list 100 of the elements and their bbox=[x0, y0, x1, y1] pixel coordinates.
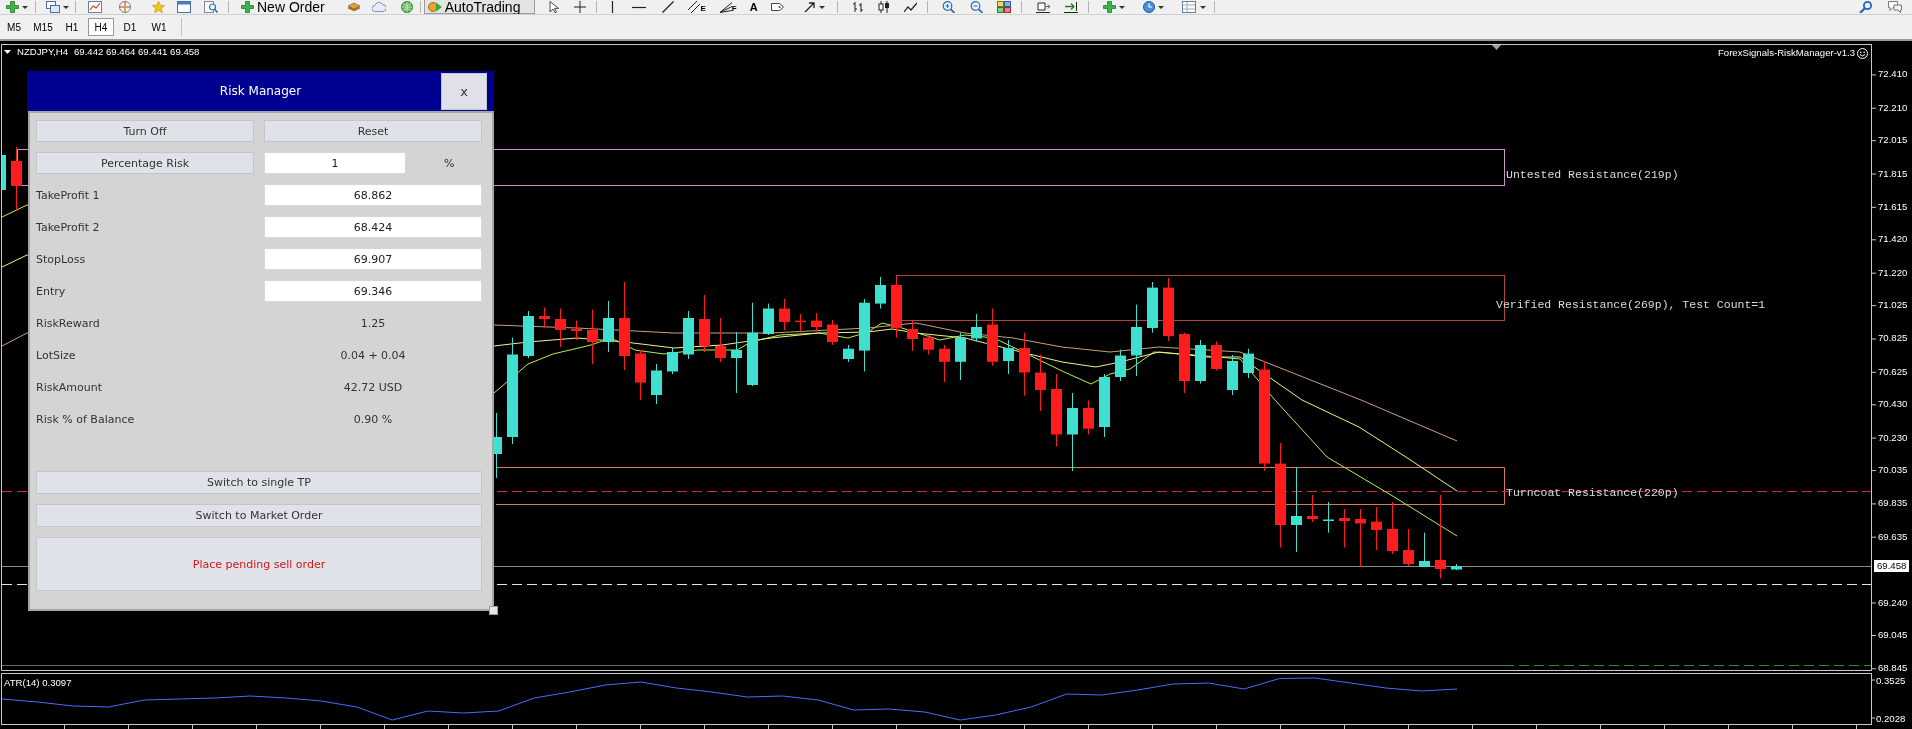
new-order-button[interactable]: New Order bbox=[237, 0, 329, 14]
price-axis-label: 71.420 bbox=[1878, 233, 1908, 246]
zone-label: Untested Resistance(219p) bbox=[1506, 168, 1679, 182]
caret-icon[interactable] bbox=[63, 5, 69, 9]
price-axis-label: 70.430 bbox=[1878, 398, 1908, 411]
caret-icon[interactable] bbox=[1199, 5, 1206, 9]
value-text: 1.25 bbox=[360, 316, 386, 330]
arrow-icon[interactable] bbox=[803, 1, 815, 13]
single-tp-toggle-button[interactable]: Switch to single TP bbox=[36, 471, 482, 494]
price-field[interactable]: 68.424 bbox=[264, 216, 482, 238]
plus-icon bbox=[241, 0, 254, 13]
plus-icon[interactable] bbox=[6, 1, 19, 13]
plus-icon[interactable] bbox=[1102, 1, 1116, 13]
cursor-icon[interactable] bbox=[549, 1, 560, 13]
chart-shift-icon[interactable] bbox=[1035, 1, 1050, 13]
panel-title: Risk Manager bbox=[219, 84, 302, 98]
timeframe-tab[interactable]: M15 bbox=[30, 18, 56, 36]
autotrading-button[interactable]: AutoTrading bbox=[423, 0, 536, 14]
caret-icon[interactable] bbox=[4, 50, 11, 54]
price-axis-label: 70.035 bbox=[1878, 464, 1908, 477]
field-label: LotSize bbox=[36, 348, 76, 362]
field-label: TakeProfit 1 bbox=[36, 188, 100, 202]
windows-icon[interactable] bbox=[46, 1, 60, 13]
tile-windows-icon[interactable] bbox=[996, 1, 1011, 13]
price-axis-label: 71.615 bbox=[1878, 200, 1908, 213]
caret-icon[interactable] bbox=[1157, 5, 1164, 9]
reset-button[interactable]: Reset bbox=[264, 120, 482, 142]
window-icon[interactable] bbox=[177, 1, 191, 13]
stack-icon[interactable] bbox=[346, 2, 361, 12]
horizontal-line-icon[interactable] bbox=[632, 5, 647, 9]
channel-tool-button[interactable]: E bbox=[686, 0, 708, 14]
price-axis-label: 69.835 bbox=[1878, 497, 1908, 510]
turn-off-button[interactable]: Turn Off bbox=[36, 120, 254, 142]
timeframe-tab[interactable]: M5 bbox=[1, 18, 27, 36]
field-label: Risk % of Balance bbox=[36, 412, 135, 426]
price-field[interactable]: 69.346 bbox=[264, 280, 482, 302]
tag-icon[interactable] bbox=[770, 3, 784, 11]
cloud-icon[interactable] bbox=[371, 2, 386, 12]
autoscroll-icon[interactable] bbox=[1063, 1, 1078, 13]
order-type-toggle-button[interactable]: Switch to Market Order bbox=[36, 504, 482, 527]
price-axis-label: 72.410 bbox=[1878, 68, 1908, 81]
zoom-in-icon[interactable] bbox=[941, 1, 955, 13]
template-icon[interactable] bbox=[1181, 1, 1196, 13]
smiley-icon bbox=[1857, 47, 1868, 59]
price-axis-label: 72.015 bbox=[1878, 134, 1908, 147]
zoom-out-icon[interactable] bbox=[969, 1, 983, 13]
field-label: StopLoss bbox=[36, 252, 86, 266]
risk-value-field[interactable]: 1 bbox=[264, 152, 406, 174]
compass-icon[interactable] bbox=[119, 1, 131, 13]
axis-label: 0.3525 bbox=[1876, 674, 1906, 686]
price-axis-label: 68.845 bbox=[1878, 662, 1908, 675]
chart-window-icon[interactable] bbox=[88, 1, 102, 13]
field-label: RiskReward bbox=[36, 316, 100, 330]
timeframe-tab[interactable]: W1 bbox=[146, 18, 172, 36]
timeframe-tab[interactable]: D1 bbox=[117, 18, 143, 36]
trend-line-icon[interactable] bbox=[662, 1, 675, 13]
triangle-marker-icon[interactable] bbox=[1492, 45, 1501, 50]
chat-icon[interactable] bbox=[1888, 1, 1902, 13]
price-field[interactable]: 68.862 bbox=[264, 184, 482, 206]
price-axis-label: 70.230 bbox=[1878, 431, 1908, 444]
current-price-label: 69.458 bbox=[1874, 560, 1910, 573]
document-search-icon[interactable] bbox=[204, 1, 218, 13]
close-button[interactable]: x bbox=[441, 72, 487, 110]
price-axis-label: 69.045 bbox=[1878, 629, 1908, 641]
timeframe-tab[interactable]: H4 bbox=[88, 18, 114, 36]
caret-icon[interactable] bbox=[818, 5, 825, 9]
value-text: 42.72 USD bbox=[343, 380, 403, 394]
price-axis-label: 70.625 bbox=[1878, 365, 1908, 378]
value-text: 0.90 % bbox=[353, 412, 393, 426]
price-field[interactable]: 69.907 bbox=[264, 248, 482, 270]
candlestick-icon[interactable] bbox=[877, 1, 890, 13]
symbol-label: NZDJPY,H4 bbox=[17, 46, 68, 58]
axis-label: 0.2028 bbox=[1876, 712, 1906, 724]
indicator-label: ATR(14) 0.3097 bbox=[4, 676, 72, 688]
fan-tool-button[interactable]: F bbox=[717, 0, 739, 14]
value-text: 0.04 + 0.04 bbox=[340, 348, 406, 362]
timeframe-tab[interactable]: H1 bbox=[59, 18, 85, 36]
star-icon[interactable] bbox=[152, 1, 165, 13]
play-icon bbox=[427, 0, 442, 13]
field-label: Entry bbox=[36, 284, 66, 298]
price-axis-label: 71.220 bbox=[1878, 266, 1908, 279]
crosshair-icon[interactable] bbox=[574, 1, 587, 13]
fan-lines-icon bbox=[719, 2, 732, 13]
indicator-name: ForexSignals-RiskManager-v1.3 bbox=[1717, 47, 1855, 59]
field-label: RiskAmount bbox=[36, 380, 103, 394]
caret-icon[interactable] bbox=[22, 5, 28, 9]
search-icon[interactable] bbox=[1859, 1, 1872, 13]
bar-chart-icon[interactable] bbox=[851, 1, 864, 13]
price-axis-label: 70.825 bbox=[1878, 332, 1908, 345]
risk-mode-button[interactable]: Percentage Risk bbox=[36, 152, 254, 174]
resize-handle[interactable] bbox=[489, 606, 498, 615]
caret-icon[interactable] bbox=[1118, 5, 1125, 9]
text-tool-button[interactable]: A bbox=[746, 0, 761, 14]
parallel-lines-icon bbox=[688, 1, 701, 13]
globe-icon[interactable] bbox=[400, 1, 413, 13]
clock-icon[interactable] bbox=[1142, 1, 1155, 13]
field-label: TakeProfit 2 bbox=[36, 220, 100, 234]
place-order-button[interactable]: Place pending sell order bbox=[36, 537, 482, 591]
line-chart-icon[interactable] bbox=[903, 1, 917, 13]
vertical-line-icon[interactable] bbox=[611, 1, 615, 13]
